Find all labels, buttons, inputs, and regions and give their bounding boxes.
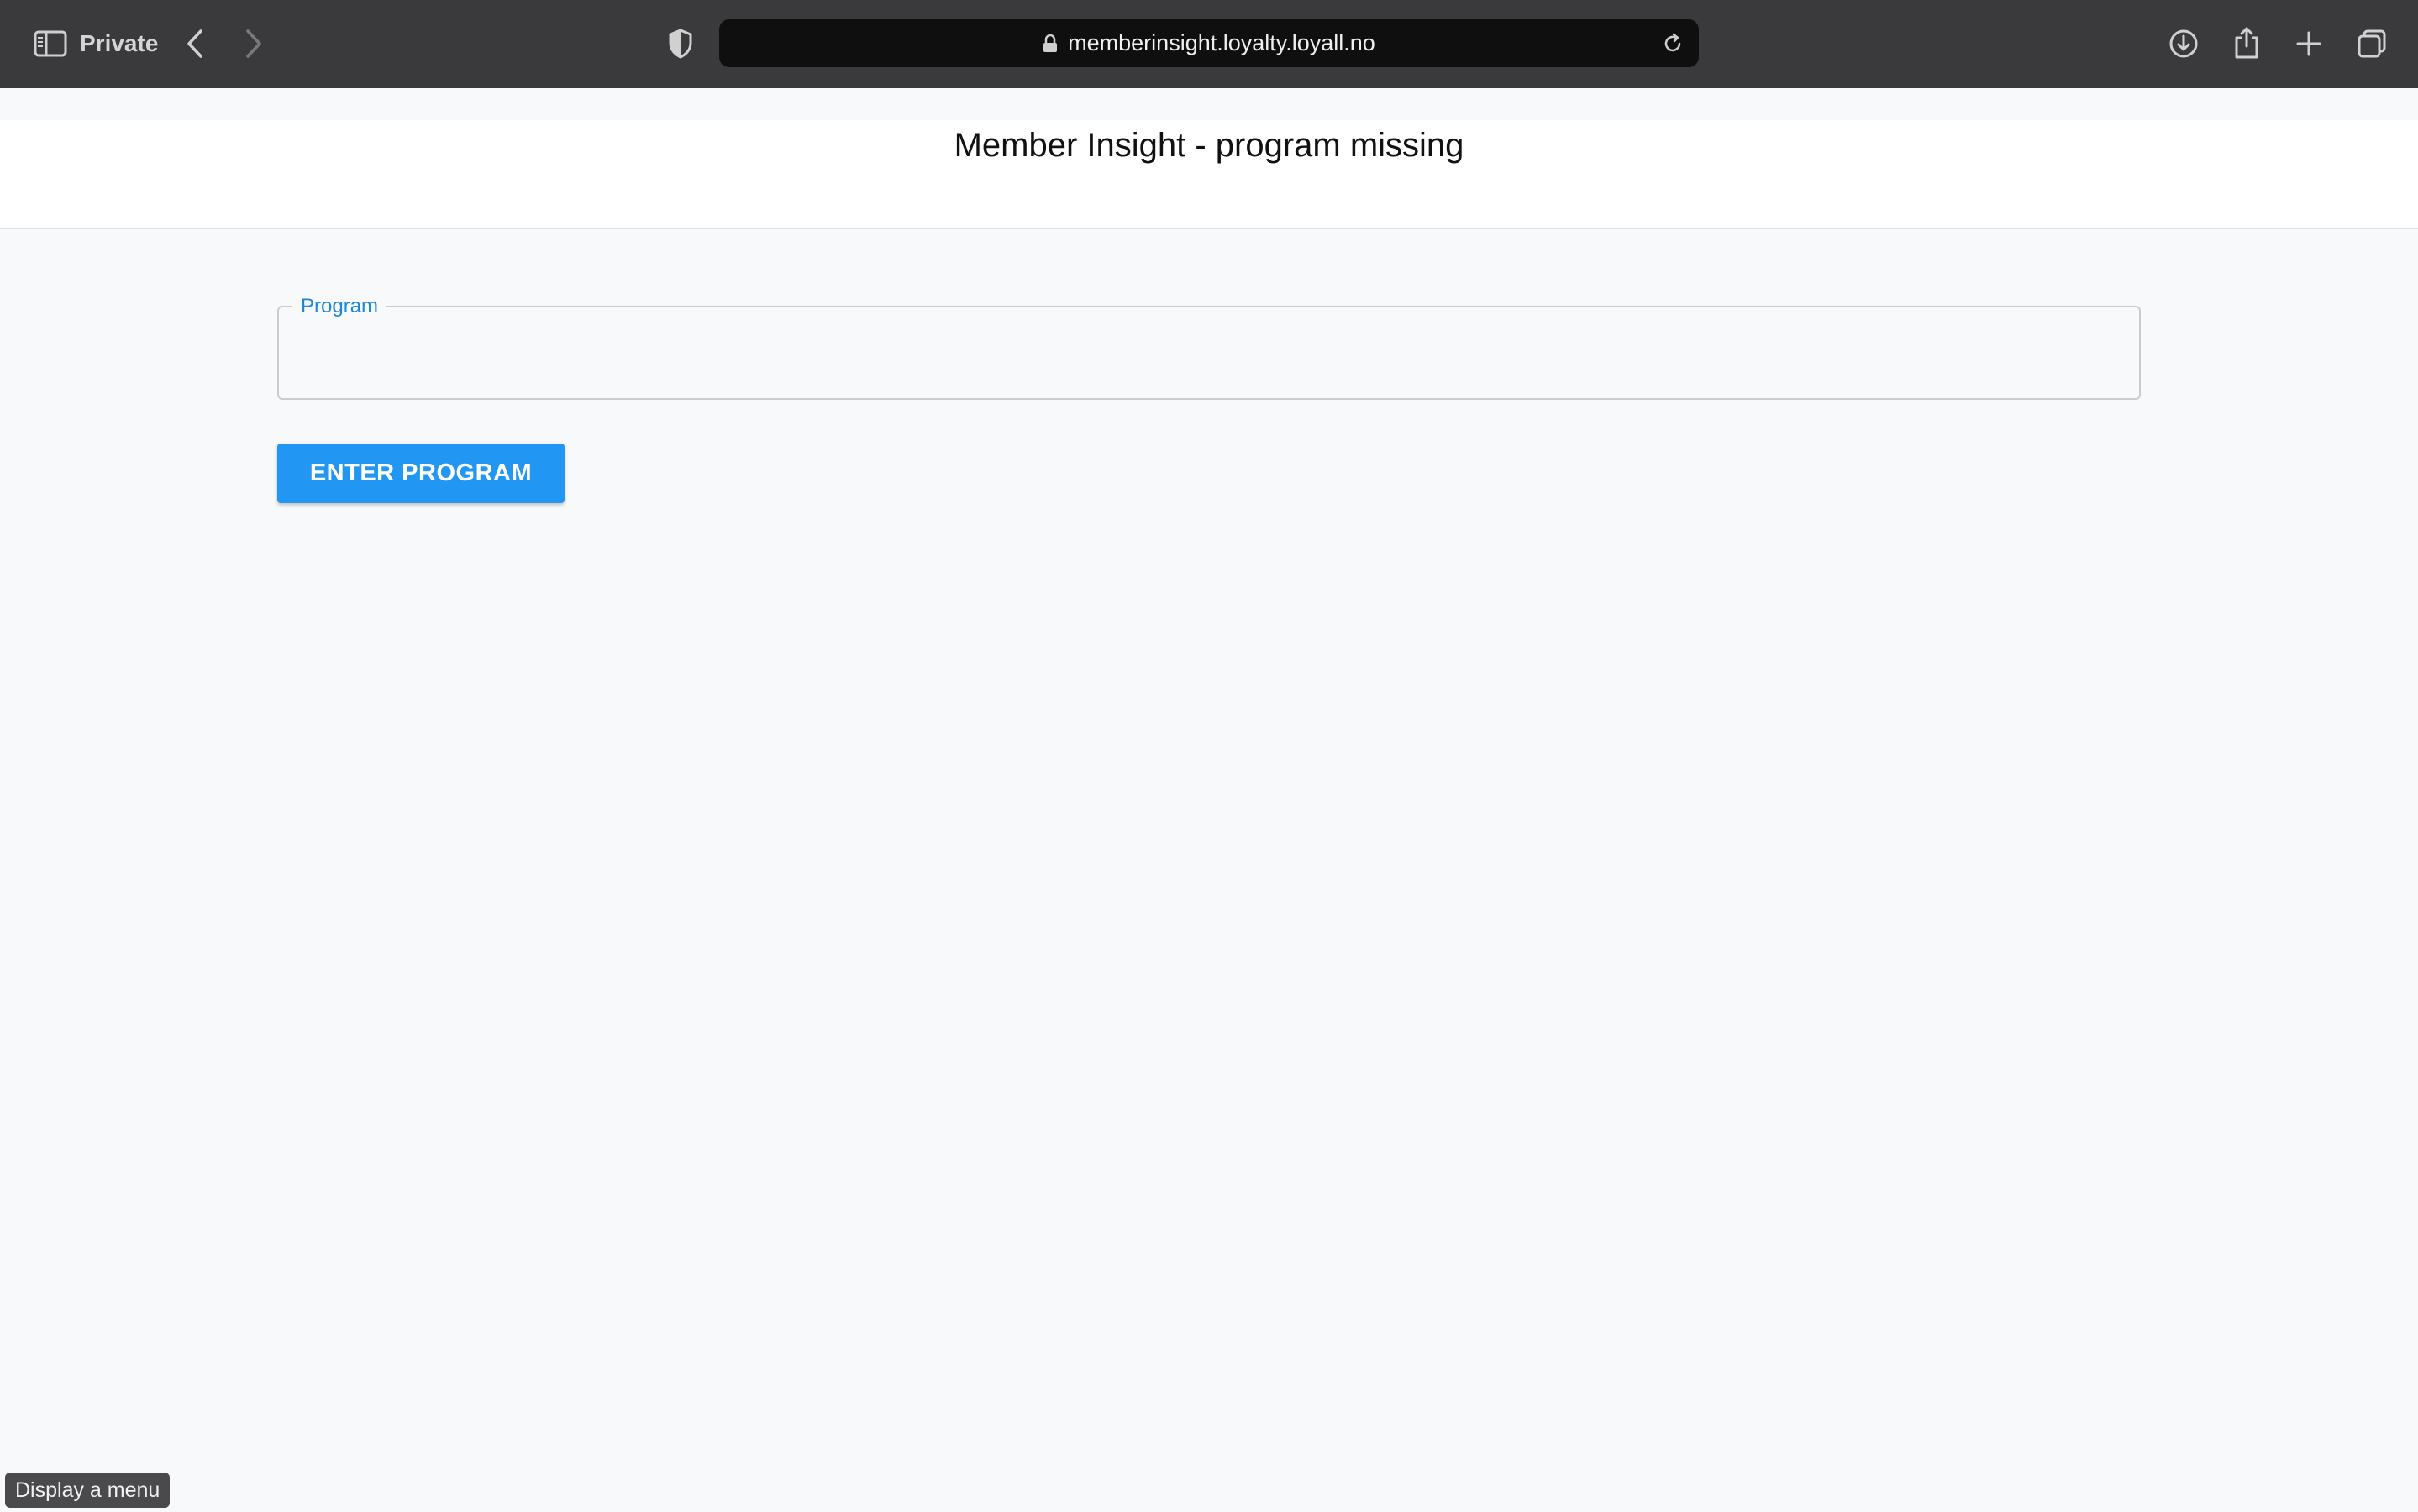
program-field[interactable]: Program [277, 294, 2141, 400]
share-icon[interactable] [2230, 24, 2263, 62]
address-bar[interactable]: memberinsight.loyalty.loyall.no [719, 19, 1699, 67]
enter-program-button[interactable]: ENTER PROGRAM [277, 444, 565, 503]
program-input[interactable] [296, 331, 2122, 375]
page-header: Member Insight - program missing [0, 120, 2418, 229]
chevron-right-icon[interactable] [240, 25, 267, 62]
reload-icon[interactable] [1658, 29, 1687, 58]
lock-icon [1043, 34, 1058, 53]
tooltip: Display a menu [5, 1473, 171, 1508]
program-field-label: Program [292, 294, 387, 319]
plus-icon[interactable] [2292, 27, 2326, 60]
download-icon[interactable] [2166, 25, 2201, 62]
page-top-strip [0, 88, 2418, 120]
tabs-overview-icon[interactable] [2354, 25, 2389, 62]
chevron-left-icon[interactable] [181, 25, 208, 62]
shield-icon[interactable] [664, 25, 697, 62]
private-label: Private [80, 30, 159, 56]
browser-toolbar: Private memberinsight.loyalty.loyall.no [0, 0, 2418, 89]
page-title: Member Insight - program missing [954, 127, 1464, 164]
sidebar-icon[interactable] [32, 27, 69, 60]
url-text: memberinsight.loyalty.loyall.no [1068, 30, 1375, 55]
